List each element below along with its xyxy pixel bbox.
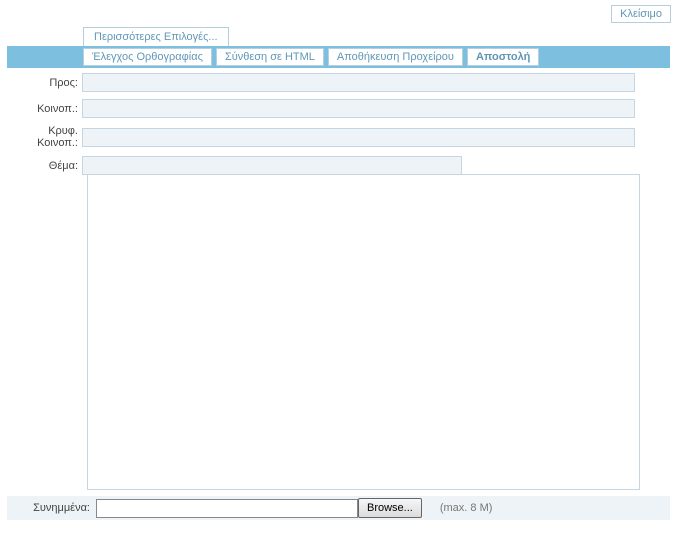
send-button[interactable]: Αποστολή <box>467 48 539 66</box>
subject-label: Θέμα: <box>7 160 82 172</box>
spellcheck-button[interactable]: Έλεγχος Ορθογραφίας <box>83 48 212 66</box>
attachment-bar: Συνημμένα: Browse... (max. 8 M) <box>7 496 670 520</box>
toolbar: Έλεγχος Ορθογραφίας Σύνθεση σε HTML Αποθ… <box>7 46 670 68</box>
cc-input[interactable] <box>82 99 635 118</box>
attachment-path-input[interactable] <box>96 499 358 518</box>
cc-label: Κοινοπ.: <box>7 103 82 115</box>
save-draft-button[interactable]: Αποθήκευση Προχείρου <box>328 48 463 66</box>
subject-input[interactable] <box>82 156 462 175</box>
max-size-hint: (max. 8 M) <box>440 502 493 514</box>
compose-form: Προς: Κοινοπ.: Κρυφ. Κοινοπ.: Θέμα: <box>7 73 670 182</box>
attachments-label: Συνημμένα: <box>7 502 96 514</box>
bcc-input[interactable] <box>82 128 635 147</box>
compose-html-button[interactable]: Σύνθεση σε HTML <box>216 48 324 66</box>
browse-button[interactable]: Browse... <box>358 498 422 518</box>
bcc-label: Κρυφ. Κοινοπ.: <box>7 125 82 149</box>
more-options-button[interactable]: Περισσότερες Επιλογές... <box>83 27 229 46</box>
close-button[interactable]: Κλείσιμο <box>611 5 671 23</box>
message-body-textarea[interactable] <box>87 174 640 490</box>
to-label: Προς: <box>7 77 82 89</box>
to-input[interactable] <box>82 73 635 92</box>
